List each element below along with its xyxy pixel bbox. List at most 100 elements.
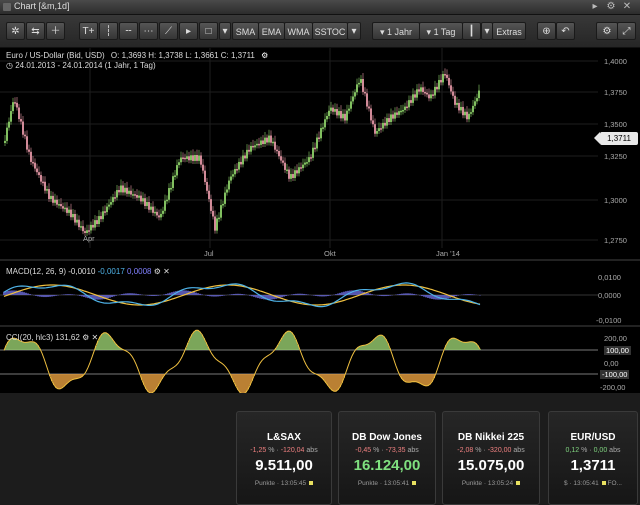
candle-body	[58, 204, 60, 206]
cci-tick: 100,00	[604, 346, 631, 355]
macd-histogram-bar	[239, 293, 241, 295]
period-select[interactable]: ▾ 1 Jahr	[372, 22, 420, 40]
sma-button[interactable]: SMA	[232, 22, 259, 40]
expand-icon[interactable]: ⤢	[617, 22, 636, 40]
macd-histogram-bar	[255, 295, 257, 298]
candle-body	[198, 155, 200, 161]
status-square-icon	[516, 481, 521, 486]
quote-card-dow-jones[interactable]: DB Dow Jones -0,45 % · -73,35 abs 16.124…	[338, 411, 436, 505]
cci-overbought-fill	[453, 338, 455, 350]
legend-settings-icon[interactable]: ⚙	[261, 51, 268, 60]
macd-histogram-bar	[115, 295, 117, 296]
price-tick: 1,2750	[604, 236, 627, 245]
text-tool-button[interactable]: T+	[79, 22, 98, 40]
cci-settings-icon[interactable]: ⚙	[82, 333, 89, 342]
candle-body	[456, 102, 458, 105]
rectangle-tool-button[interactable]: □	[199, 22, 218, 40]
extras-button[interactable]: Extras	[492, 22, 526, 40]
ray-tool-button[interactable]: ⋯	[139, 22, 158, 40]
candle-body	[78, 219, 80, 228]
macd-histogram-bar	[237, 293, 239, 295]
date-range: 24.01.2013 - 24.01.2014 (1 Jahr, 1 Tag)	[15, 61, 156, 70]
candle-body	[344, 113, 346, 121]
layout-settings-button[interactable]: ⚙	[596, 22, 618, 40]
chart-area[interactable]: Euro / US-Dollar (Bid, USD) O: 1,3693 H:…	[0, 48, 640, 393]
indicators-dropdown-button[interactable]: ▾	[347, 22, 361, 40]
settings-button[interactable]: ✲	[6, 22, 25, 40]
macd-histogram-bar	[209, 295, 211, 297]
interval-select[interactable]: ▾ 1 Tag	[419, 22, 463, 40]
candle-body	[172, 176, 174, 188]
cci-oversold-fill	[63, 374, 65, 387]
pin-icon[interactable]: ▸	[588, 1, 602, 13]
macd-histogram-bar	[71, 294, 73, 295]
compare-button[interactable]: ⇆	[26, 22, 45, 40]
candle-body	[322, 127, 324, 129]
cci-overbought-fill	[199, 331, 201, 350]
cci-overbought-fill	[365, 344, 367, 350]
ema-button[interactable]: EMA	[258, 22, 285, 40]
macd-histogram-bar	[181, 290, 183, 295]
tools-dropdown-button[interactable]: ▾	[219, 22, 231, 40]
sstoc-button[interactable]: SSTOC	[312, 22, 348, 40]
add-button[interactable]: ＋	[46, 22, 65, 40]
cci-oversold-fill	[427, 374, 429, 386]
trendline-tool-button[interactable]: ⟋	[159, 22, 178, 40]
candle-body	[12, 102, 14, 112]
wma-button[interactable]: WMA	[284, 22, 313, 40]
candle-body	[478, 90, 480, 99]
candle-body	[48, 189, 50, 199]
candle-body	[270, 135, 272, 143]
candle-body	[294, 170, 296, 178]
candle-body	[340, 111, 342, 119]
macd-histogram-bar	[251, 295, 253, 297]
quote-card-eurusd[interactable]: EUR/USD 0,12 % · 0,00 abs 1,3711 $ · 13:…	[548, 411, 638, 505]
macd-histogram-bar	[81, 295, 83, 297]
candle-body	[476, 98, 478, 102]
macd-histogram-bar	[79, 295, 81, 296]
candle-body	[114, 197, 116, 199]
macd-histogram-bar	[113, 295, 115, 297]
quote-card-lsax[interactable]: L&SAX -1,25 % · -120,04 abs 9.511,00 Pun…	[236, 411, 332, 505]
candle-body	[272, 141, 274, 144]
macd-histogram-bar	[199, 293, 201, 295]
settings-icon[interactable]: ⚙	[604, 1, 618, 13]
candle-body	[318, 137, 320, 140]
cursor-tool-button[interactable]: ▸	[179, 22, 198, 40]
candle-body	[246, 149, 248, 159]
price-tick: 1,3250	[604, 152, 627, 161]
cci-overbought-fill	[369, 342, 371, 350]
quote-name: DB Nikkei 225	[457, 432, 525, 443]
candle-body	[196, 155, 198, 161]
zoom-icon[interactable]: ⊕	[537, 22, 556, 40]
candle-body	[232, 174, 234, 177]
macd-histogram-bar	[65, 294, 67, 295]
macd-settings-icon[interactable]: ⚙	[154, 267, 161, 276]
close-icon[interactable]: ✕	[620, 1, 634, 13]
undo-icon[interactable]: ↶	[556, 22, 575, 40]
candle-body	[234, 169, 236, 175]
macd-histogram-bar	[165, 293, 167, 295]
macd-close-icon[interactable]: ✕	[163, 267, 170, 276]
macd-histogram-bar	[47, 295, 49, 297]
candle-body	[96, 220, 98, 224]
cci-oversold-fill	[61, 374, 63, 388]
candle-body	[224, 192, 226, 204]
horizontal-line-tool-button[interactable]: ╌	[119, 22, 138, 40]
candle-body	[350, 101, 352, 109]
candle-body	[422, 87, 424, 92]
candle-body	[472, 105, 474, 113]
quote-card-nikkei[interactable]: DB Nikkei 225 -2,08 % · -320,00 abs 15.0…	[442, 411, 540, 505]
candle-body	[474, 101, 476, 106]
macd-histogram-bar	[55, 295, 57, 296]
candle-body	[222, 203, 224, 206]
cci-overbought-fill	[23, 342, 25, 350]
cci-overbought-fill	[479, 349, 481, 350]
macd-histogram-bar	[217, 295, 219, 297]
cci-close-icon[interactable]: ✕	[91, 333, 98, 342]
candle-body	[362, 79, 364, 92]
candlestick-type-button[interactable]: ┃	[462, 22, 481, 40]
vertical-line-tool-button[interactable]: ┆	[99, 22, 118, 40]
candle-body	[32, 161, 34, 164]
macd-histogram-bar	[155, 295, 157, 296]
